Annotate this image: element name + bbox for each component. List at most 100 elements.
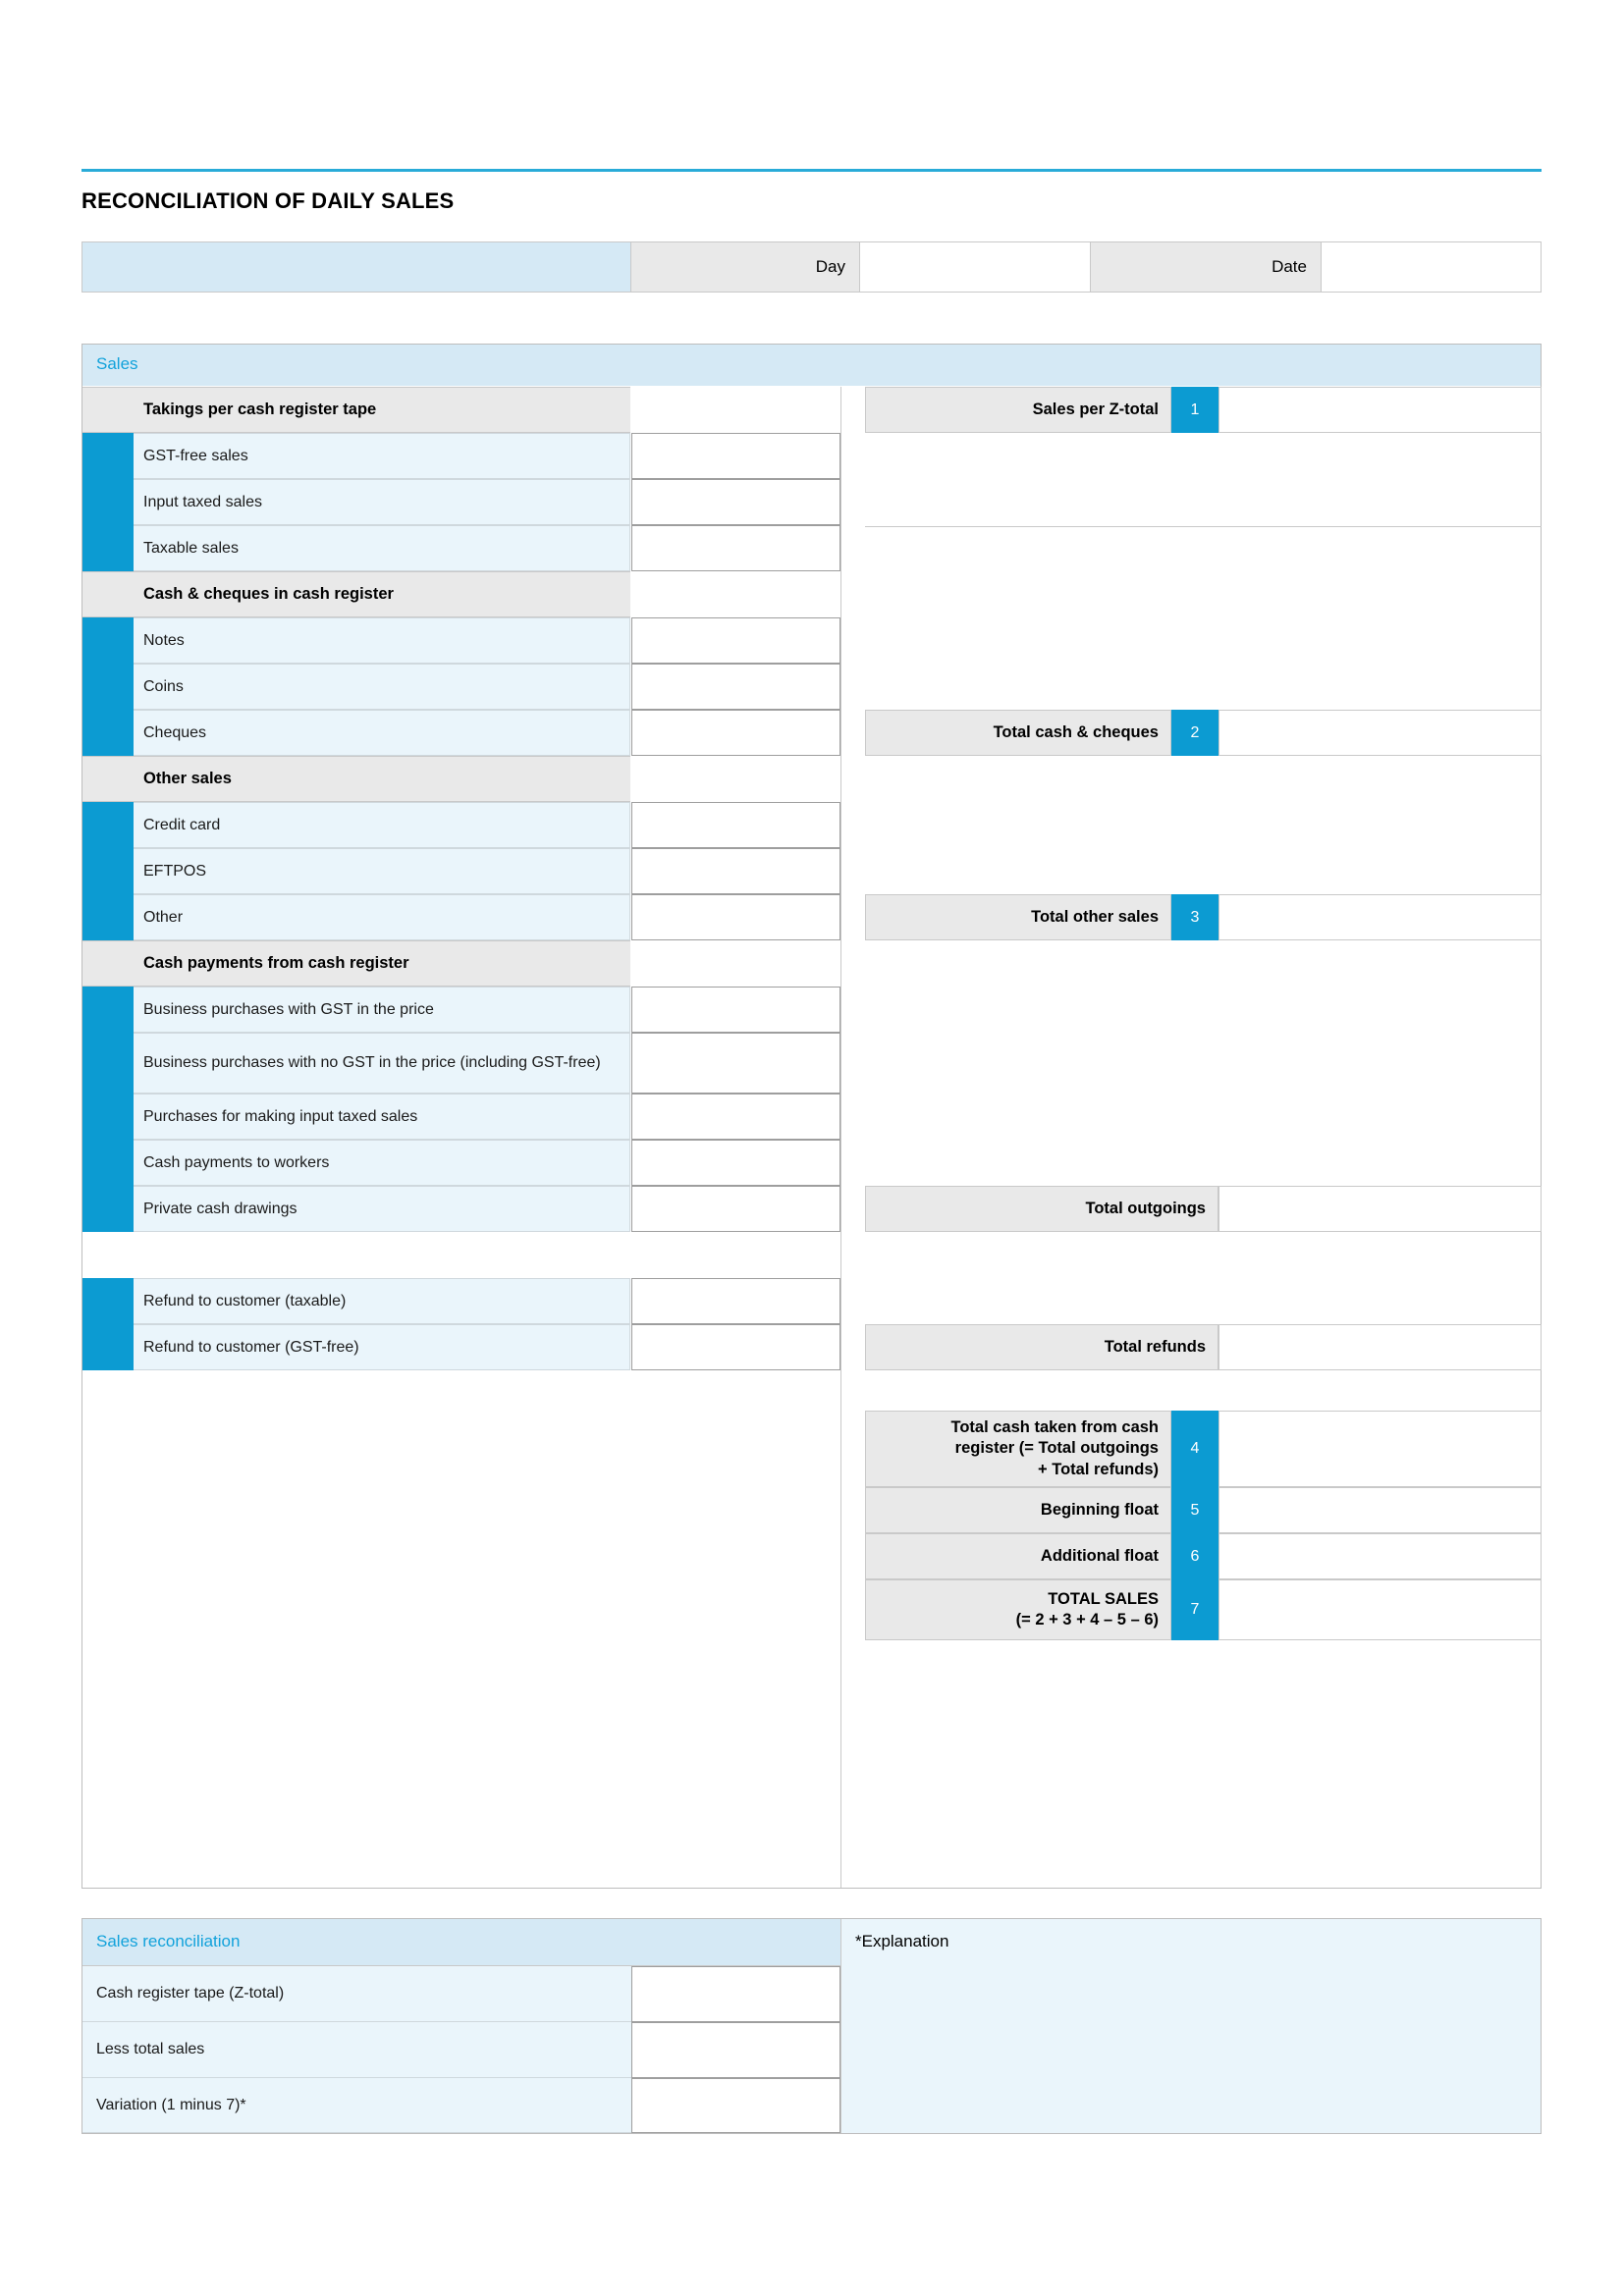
item-label: Cash payments to workers — [134, 1140, 630, 1186]
reconciliation-row-less-total-sales: Less total sales — [82, 2022, 840, 2078]
category-other-sales-value[interactable] — [631, 757, 840, 801]
item-eftpos-value[interactable] — [631, 848, 840, 894]
day-input[interactable] — [860, 242, 1091, 292]
day-label: Day — [631, 242, 860, 292]
total-cash-taken-line1: Total cash taken from cash — [950, 1418, 1159, 1437]
total-cash-taken-line2: register (= Total outgoings — [954, 1439, 1159, 1458]
reconciliation-z-total-value[interactable] — [631, 1966, 840, 2022]
item-private-cash-drawings-value[interactable] — [631, 1186, 840, 1232]
item-label: Other — [134, 894, 630, 940]
explanation-panel[interactable]: *Explanation — [840, 1919, 1541, 2133]
additional-float: Additional float 6 — [865, 1533, 1542, 1579]
item-label: EFTPOS — [134, 848, 630, 894]
row-label: Less total sales — [82, 2022, 631, 2078]
item-business-purchases-gst-value[interactable] — [631, 987, 840, 1033]
item-label: Purchases for making input taxed sales — [134, 1094, 630, 1140]
item-input-taxed-sales-value[interactable] — [631, 479, 840, 525]
item-notes: Notes — [82, 617, 630, 664]
item-refund-taxable-value[interactable] — [631, 1278, 840, 1324]
item-gst-free-sales: GST-free sales — [82, 433, 630, 479]
total-sales-value[interactable] — [1218, 1579, 1542, 1640]
total-cash-taken-line3: + Total refunds) — [1038, 1460, 1159, 1478]
reference-number-2: 2 — [1171, 710, 1218, 756]
item-notes-value[interactable] — [631, 617, 840, 664]
total-label: Total cash & cheques — [865, 710, 1171, 756]
additional-float-value[interactable] — [1218, 1533, 1542, 1579]
total-label: Sales per Z-total — [865, 387, 1171, 433]
item-label: Business purchases with GST in the price — [134, 987, 630, 1033]
reconciliation-table: Sales reconciliation Cash register tape … — [81, 1918, 1542, 2134]
blue-accent-bar — [82, 1278, 134, 1324]
reference-number-3: 3 — [1171, 894, 1218, 940]
total-refunds-value[interactable] — [1218, 1324, 1542, 1370]
category-cash-payments-value[interactable] — [631, 941, 840, 986]
category-other-sales: Other sales — [82, 756, 630, 802]
total-cash-taken: Total cash taken from cash register (= T… — [865, 1411, 1542, 1487]
total-label: Total outgoings — [865, 1186, 1218, 1232]
reconciliation-header: Sales reconciliation — [82, 1919, 840, 1966]
sales-table: Sales Takings per cash register tape GST… — [81, 344, 1542, 1889]
total-label: Total refunds — [865, 1324, 1218, 1370]
total-label: Beginning float — [865, 1487, 1171, 1533]
blue-accent-bar — [82, 848, 134, 894]
item-cheques-value[interactable] — [631, 710, 840, 756]
reference-number-7: 7 — [1171, 1579, 1218, 1640]
header-blue-spacer — [82, 242, 631, 292]
date-input[interactable] — [1322, 242, 1541, 292]
item-cash-payments-workers-value[interactable] — [631, 1140, 840, 1186]
total-cash-taken-value[interactable] — [1218, 1411, 1542, 1487]
total-outgoings-value[interactable] — [1218, 1186, 1542, 1232]
item-coins-value[interactable] — [631, 664, 840, 710]
item-business-purchases-no-gst: Business purchases with no GST in the pr… — [82, 1033, 630, 1094]
item-cash-payments-workers: Cash payments to workers — [82, 1140, 630, 1186]
total-cash-cheques-value[interactable] — [1218, 710, 1542, 756]
total-label: Total other sales — [865, 894, 1171, 940]
reference-number-4: 4 — [1171, 1411, 1218, 1487]
total-sales-z-total-value[interactable] — [1218, 387, 1542, 433]
item-label: GST-free sales — [134, 433, 630, 479]
item-label: Business purchases with no GST in the pr… — [134, 1033, 630, 1094]
blue-accent-bar — [82, 664, 134, 710]
category-label: Cash & cheques in cash register — [143, 585, 394, 603]
total-label: Additional float — [865, 1533, 1171, 1579]
item-eftpos: EFTPOS — [82, 848, 630, 894]
item-refund-gst-free-value[interactable] — [631, 1324, 840, 1370]
reconciliation-less-total-sales-value[interactable] — [631, 2022, 840, 2078]
sales-section-header: Sales — [82, 345, 1541, 386]
reconciliation-title: Sales reconciliation — [96, 1932, 241, 1950]
item-purchases-input-taxed-value[interactable] — [631, 1094, 840, 1140]
total-other-sales-value[interactable] — [1218, 894, 1542, 940]
category-cash-payments: Cash payments from cash register — [82, 940, 630, 987]
total-sales-line2: (= 2 + 3 + 4 – 5 – 6) — [1015, 1611, 1159, 1629]
beginning-float: Beginning float 5 — [865, 1487, 1542, 1533]
row-label: Cash register tape (Z-total) — [82, 1966, 631, 2022]
beginning-float-value[interactable] — [1218, 1487, 1542, 1533]
item-other-value[interactable] — [631, 894, 840, 940]
total-sales-z-total: Sales per Z-total 1 — [865, 387, 1542, 433]
total-sales-line1: TOTAL SALES — [1048, 1589, 1159, 1608]
item-taxable-sales-value[interactable] — [631, 525, 840, 571]
item-coins: Coins — [82, 664, 630, 710]
item-refund-gst-free: Refund to customer (GST-free) — [82, 1324, 630, 1370]
total-label: Total cash taken from cash register (= T… — [865, 1411, 1171, 1487]
blue-accent-bar — [82, 617, 134, 664]
item-purchases-input-taxed: Purchases for making input taxed sales — [82, 1094, 630, 1140]
item-business-purchases-no-gst-value[interactable] — [631, 1033, 840, 1094]
sales-section-title: Sales — [96, 354, 138, 373]
reconciliation-variation-value[interactable] — [631, 2078, 840, 2133]
item-label: Taxable sales — [134, 525, 630, 571]
category-cash-cheques-value[interactable] — [631, 572, 840, 616]
top-rule — [81, 169, 1542, 172]
total-refunds: Total refunds — [865, 1324, 1542, 1370]
item-credit-card-value[interactable] — [631, 802, 840, 848]
blue-accent-bar — [82, 1033, 134, 1094]
blue-accent-bar — [82, 1324, 134, 1370]
blue-accent-bar — [82, 1186, 134, 1232]
item-other: Other — [82, 894, 630, 940]
reconciliation-row-variation: Variation (1 minus 7)* — [82, 2078, 840, 2133]
row-label: Variation (1 minus 7)* — [82, 2078, 631, 2133]
item-gst-free-sales-value[interactable] — [631, 433, 840, 479]
category-label: Other sales — [143, 770, 232, 787]
category-takings-value[interactable] — [631, 388, 840, 432]
item-label: Coins — [134, 664, 630, 710]
